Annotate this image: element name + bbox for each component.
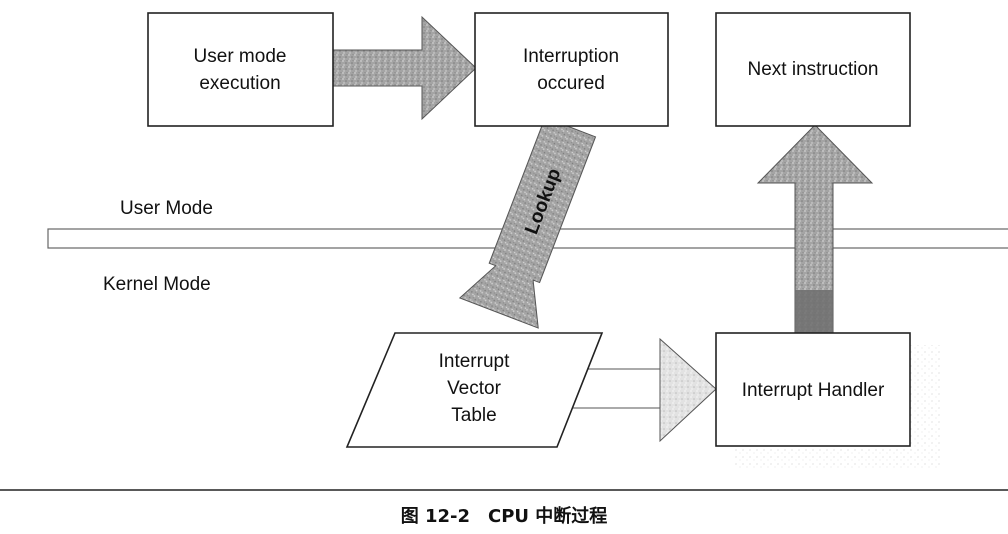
box-next-instruction-line1: Next instruction bbox=[748, 59, 879, 80]
box-user-mode-execution-line1: User mode bbox=[194, 46, 287, 67]
box-interruption-occured-line1: Interruption bbox=[523, 46, 619, 67]
cpu-interrupt-diagram: User Mode Kernel Mode Lookup User mode e… bbox=[0, 0, 1008, 534]
box-interrupt-vector-table-line2: Vector bbox=[447, 378, 502, 399]
box-interrupt-handler-line1: Interrupt Handler bbox=[742, 380, 885, 401]
arrow-execution-to-interruption bbox=[321, 15, 477, 121]
box-interruption-occured: Interruption occured bbox=[474, 12, 669, 127]
box-interruption-occured-line2: occured bbox=[537, 73, 605, 94]
box-interrupt-vector-table-line1: Interrupt bbox=[439, 351, 510, 372]
user-mode-label: User Mode bbox=[120, 198, 213, 219]
box-interrupt-vector-table: Interrupt Vector Table bbox=[345, 332, 604, 448]
box-interrupt-vector-table-line3: Table bbox=[451, 405, 496, 426]
diagram-canvas: User Mode Kernel Mode Lookup User mode e… bbox=[0, 12, 1008, 527]
box-user-mode-execution-line2: execution bbox=[199, 73, 280, 94]
kernel-mode-label: Kernel Mode bbox=[103, 274, 211, 295]
arrow-lookup: Lookup bbox=[458, 116, 597, 329]
box-interrupt-handler: Interrupt Handler bbox=[715, 332, 911, 447]
figure-caption: 图 12-2 CPU 中断过程 bbox=[401, 505, 608, 527]
box-user-mode-execution: User mode execution bbox=[147, 12, 334, 127]
box-next-instruction: Next instruction bbox=[715, 12, 911, 127]
